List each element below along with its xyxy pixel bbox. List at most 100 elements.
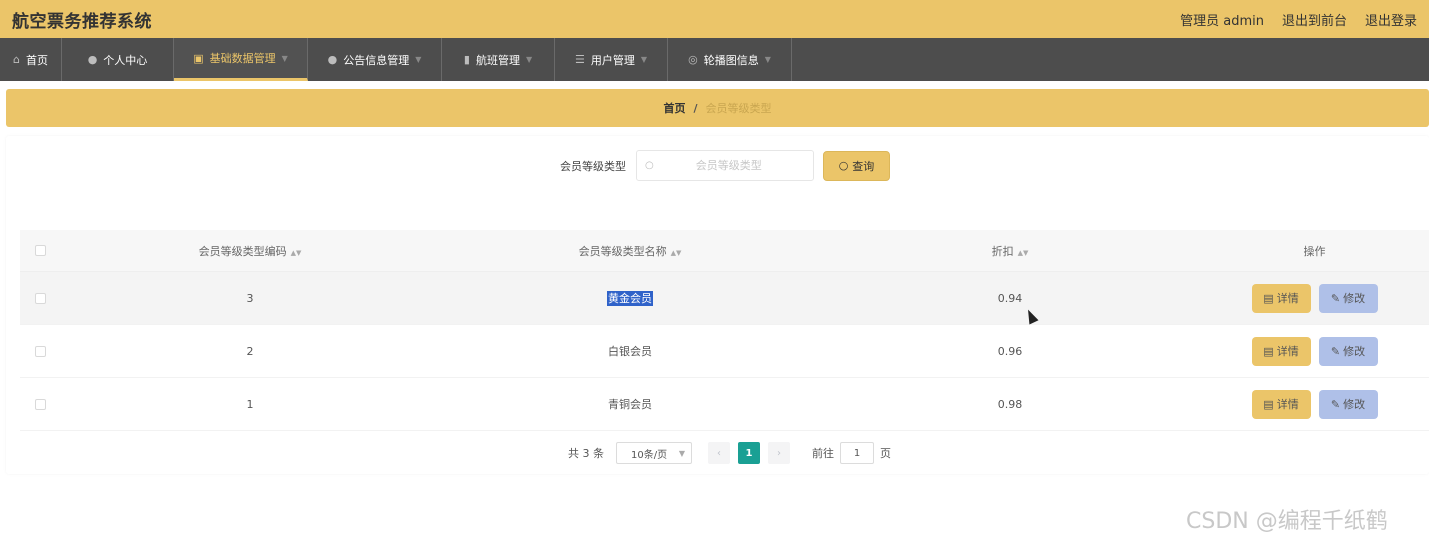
chevron-right-icon: › <box>777 447 781 459</box>
cell-code: 3 <box>246 291 254 305</box>
query-button-label: 查询 <box>852 159 875 173</box>
edit-label: 修改 <box>1343 292 1366 305</box>
logout-link[interactable]: 退出登录 <box>1365 10 1417 29</box>
column-header-discount[interactable]: 折扣 ▲▼ <box>820 243 1200 259</box>
breadcrumb: 首页 / 会员等级类型 <box>6 89 1429 127</box>
cell-discount: 0.96 <box>997 344 1023 358</box>
nav-label: 基础数据管理 <box>209 52 276 65</box>
edit-button[interactable]: ✎ 修改 <box>1318 283 1378 313</box>
detail-button[interactable]: ▤ 详情 <box>1251 389 1311 419</box>
sort-icon[interactable]: ▲▼ <box>291 249 302 257</box>
globe-icon: ◎ <box>688 53 698 66</box>
detail-button[interactable]: ▤ 详情 <box>1251 283 1311 313</box>
data-table: 会员等级类型编码 ▲▼ 会员等级类型名称 ▲▼ 折扣 ▲▼ 操作 3 黄金会员 0.9… <box>20 230 1429 431</box>
prev-page-button[interactable]: ‹ <box>708 442 730 464</box>
cell-actions: ▤ 详情 ✎ 修改 <box>1200 283 1429 313</box>
pencil-icon: ✎ <box>1330 397 1341 411</box>
nav-item-basic-data[interactable]: ▣ 基础数据管理 ▼ <box>174 38 308 81</box>
select-all-checkbox[interactable] <box>34 245 46 256</box>
row-select-cell <box>20 292 60 304</box>
row-checkbox[interactable] <box>34 398 46 410</box>
table-row: 1 青铜会员 0.98 ▤ 详情 ✎ 修改 <box>20 378 1429 431</box>
cell-name: 黄金会员 <box>607 291 653 306</box>
column-header-actions: 操作 <box>1200 243 1429 259</box>
table-row: 2 白银会员 0.96 ▤ 详情 ✎ 修改 <box>20 325 1429 378</box>
column-header-label: 折扣 <box>991 244 1014 258</box>
column-header-label: 会员等级类型编码 <box>198 244 287 258</box>
sort-icon[interactable]: ▲▼ <box>671 249 682 257</box>
document-icon: ▤ <box>1263 291 1274 305</box>
nav-item-personal-center[interactable]: ● 个人中心 <box>62 38 174 81</box>
nav-item-users[interactable]: ☰ 用户管理 ▼ <box>555 38 668 81</box>
sort-icon[interactable]: ▲▼ <box>1018 249 1029 257</box>
document-icon: ▤ <box>1263 344 1274 358</box>
column-header-code[interactable]: 会员等级类型编码 ▲▼ <box>60 243 440 259</box>
search-form: 会员等级类型 ○ ○ 查询 <box>560 150 890 181</box>
breadcrumb-home[interactable]: 首页 <box>663 100 685 116</box>
page-number-current[interactable]: 1 <box>738 442 760 464</box>
query-button[interactable]: ○ 查询 <box>823 150 890 181</box>
row-select-cell <box>20 345 60 357</box>
chevron-down-icon: ▼ <box>281 53 288 63</box>
column-header-label: 操作 <box>1303 244 1326 258</box>
main-nav: ⌂ 首页 ● 个人中心 ▣ 基础数据管理 ▼ ● 公告信息管理 ▼ ▮ 航班管理… <box>0 38 1429 81</box>
pagination: 共 3 条 10条/页 ▼ ‹ 1 › 前往 1 页 <box>568 442 891 464</box>
page-word: 页 <box>880 447 891 460</box>
user-icon: ● <box>327 53 338 66</box>
edit-label: 修改 <box>1343 398 1366 411</box>
edit-label: 修改 <box>1343 345 1366 358</box>
detail-label: 详情 <box>1276 345 1299 358</box>
column-header-label: 会员等级类型名称 <box>578 244 667 258</box>
nav-label: 轮播图信息 <box>703 53 759 67</box>
edit-button[interactable]: ✎ 修改 <box>1318 389 1378 419</box>
top-header-bar: 航空票务推荐系统 管理员 admin 退出到前台 退出登录 <box>0 0 1429 38</box>
cell-actions: ▤ 详情 ✎ 修改 <box>1200 389 1429 419</box>
admin-label: 管理员 admin <box>1180 13 1264 29</box>
row-checkbox[interactable] <box>34 292 46 304</box>
cell-discount: 0.98 <box>997 397 1023 411</box>
nav-label: 公告信息管理 <box>343 53 410 67</box>
chevron-down-icon: ▼ <box>678 448 685 458</box>
top-links: 管理员 admin 退出到前台 退出登录 <box>1180 10 1417 29</box>
chevron-down-icon: ▼ <box>525 55 533 64</box>
search-input[interactable] <box>653 159 804 172</box>
goto-page-input[interactable]: 1 <box>840 442 874 464</box>
pagination-total: 共 3 条 <box>568 447 604 460</box>
document-icon: ▤ <box>1263 397 1274 411</box>
nav-label: 航班管理 <box>475 53 520 67</box>
cell-actions: ▤ 详情 ✎ 修改 <box>1200 336 1429 366</box>
breadcrumb-separator: / <box>693 101 698 115</box>
mic-icon: ▮ <box>463 53 470 66</box>
goto-label: 前往 <box>812 447 834 460</box>
page-size-value: 10条/页 <box>631 449 668 461</box>
chevron-left-icon: ‹ <box>717 447 721 459</box>
search-icon: ○ <box>838 159 849 172</box>
cell-discount: 0.94 <box>997 291 1023 305</box>
nav-item-home[interactable]: ⌂ 首页 <box>0 38 62 81</box>
row-checkbox[interactable] <box>34 345 46 357</box>
column-header-name[interactable]: 会员等级类型名称 ▲▼ <box>440 243 820 259</box>
app-title: 航空票务推荐系统 <box>12 11 152 32</box>
page-size-select[interactable]: 10条/页 ▼ <box>616 442 692 464</box>
cell-code: 2 <box>246 344 254 358</box>
nav-label: 个人中心 <box>103 53 148 67</box>
cell-code: 1 <box>246 397 254 411</box>
home-icon: ⌂ <box>13 53 20 66</box>
nav-item-flights[interactable]: ▮ 航班管理 ▼ <box>442 38 555 81</box>
nav-item-announcement[interactable]: ● 公告信息管理 ▼ <box>308 38 442 81</box>
nav-item-carousel[interactable]: ◎ 轮播图信息 ▼ <box>668 38 792 81</box>
search-box: ○ <box>636 150 814 181</box>
detail-button[interactable]: ▤ 详情 <box>1251 336 1311 366</box>
next-page-button[interactable]: › <box>768 442 790 464</box>
breadcrumb-current: 会员等级类型 <box>705 102 772 115</box>
watermark: CSDN @编程千纸鹤 <box>1186 509 1388 534</box>
exit-to-frontend-link[interactable]: 退出到前台 <box>1282 10 1347 29</box>
chevron-down-icon: ▼ <box>640 55 648 64</box>
pencil-icon: ✎ <box>1330 291 1341 305</box>
chevron-down-icon: ▼ <box>415 55 422 64</box>
grid-icon: ▣ <box>193 51 204 65</box>
cell-name: 青铜会员 <box>608 398 652 411</box>
pencil-icon: ✎ <box>1330 344 1341 358</box>
cell-name: 白银会员 <box>608 345 652 358</box>
edit-button[interactable]: ✎ 修改 <box>1318 336 1378 366</box>
